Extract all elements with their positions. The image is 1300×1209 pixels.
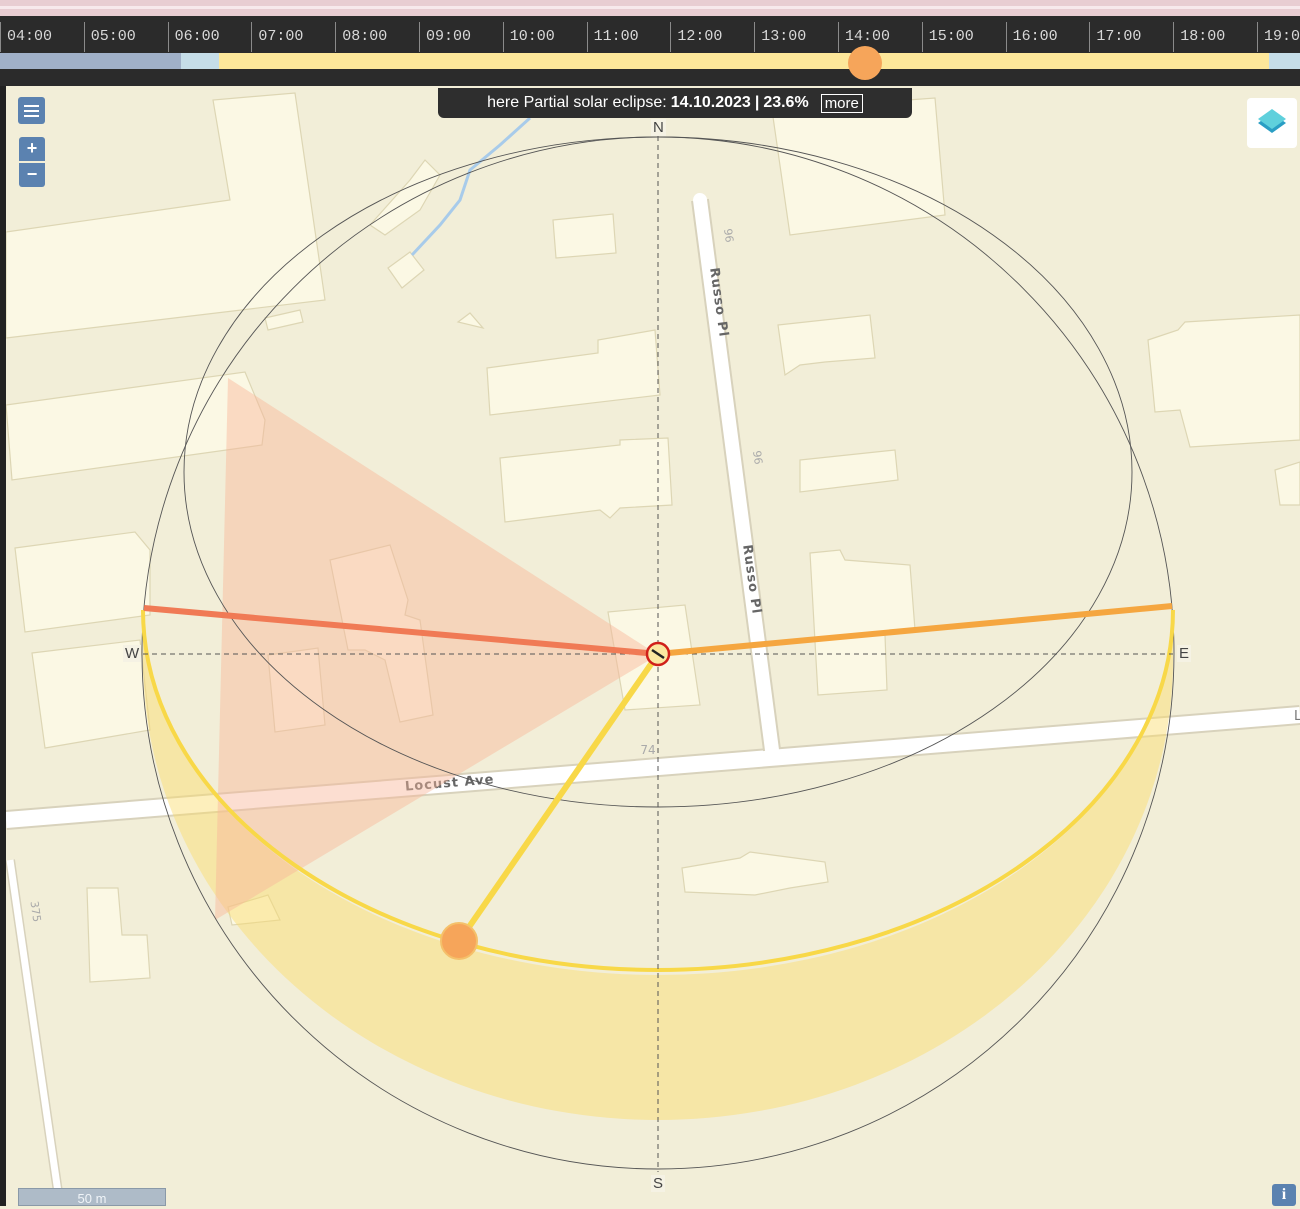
timeline-hour-label: 18:00 bbox=[1173, 22, 1257, 52]
sunrise-direction-line bbox=[657, 603, 1173, 657]
compass-south: S bbox=[651, 1175, 666, 1192]
browser-top-strip bbox=[0, 0, 1300, 16]
twilight-segment bbox=[181, 53, 219, 69]
time-slider-handle[interactable] bbox=[847, 46, 882, 80]
zoom-out-button[interactable]: − bbox=[19, 163, 45, 187]
building bbox=[486, 329, 661, 416]
timeline-hour-label: 12:00 bbox=[670, 22, 754, 52]
daylight-bar[interactable] bbox=[0, 53, 1300, 69]
timeline[interactable]: 04:00 05:00 06:00 07:00 08:00 09:00 10:00 11:00… bbox=[0, 16, 1300, 86]
house-number: 375 bbox=[28, 900, 44, 923]
building bbox=[809, 549, 916, 696]
day-segment bbox=[219, 53, 1269, 69]
banner-prefix: here Partial solar eclipse: bbox=[487, 94, 667, 111]
compass-west: W bbox=[123, 645, 142, 662]
night-segment bbox=[0, 53, 181, 69]
timeline-hour-label: 16:00 bbox=[1005, 22, 1090, 52]
timeline-hour-label: 13:00 bbox=[754, 22, 838, 52]
timeline-ticks: 04:00 05:00 06:00 07:00 08:00 09:00 10:00 11:00… bbox=[0, 16, 1300, 52]
house-number: 96 bbox=[750, 450, 765, 466]
info-button[interactable]: i bbox=[1272, 1184, 1296, 1206]
timeline-hour-label: 14:00 bbox=[838, 22, 922, 52]
house-number: 96 bbox=[721, 228, 736, 244]
eclipse-coverage: 23.6% bbox=[763, 94, 809, 111]
sun-position-marker[interactable] bbox=[440, 922, 478, 960]
building bbox=[369, 159, 441, 236]
timeline-hour-label: 11:00 bbox=[586, 22, 671, 52]
scale-bar: 50 m bbox=[18, 1188, 166, 1206]
timeline-hour-label: 19:00 bbox=[1257, 22, 1300, 52]
layers-icon bbox=[1258, 109, 1286, 133]
eclipse-date: 14.10.2023 bbox=[670, 94, 751, 111]
hamburger-menu-icon bbox=[24, 104, 39, 107]
building bbox=[86, 887, 151, 983]
zoom-in-button[interactable]: + bbox=[19, 137, 45, 161]
twilight-segment bbox=[1269, 53, 1300, 69]
timeline-hour-label: 08:00 bbox=[335, 22, 419, 52]
location-marker[interactable] bbox=[645, 641, 671, 667]
compass-east: E bbox=[1177, 645, 1192, 662]
building bbox=[264, 309, 304, 331]
building bbox=[552, 213, 617, 259]
building bbox=[499, 437, 673, 523]
eclipse-info-banner: here Partial solar eclipse: 14.10.2023 |… bbox=[438, 88, 912, 118]
compass-north: N bbox=[651, 119, 666, 136]
layers-button[interactable] bbox=[1247, 98, 1297, 148]
building bbox=[777, 314, 876, 377]
more-button[interactable]: more bbox=[820, 93, 863, 113]
timeline-hour-label: 17:00 bbox=[1089, 22, 1173, 52]
building bbox=[14, 531, 151, 633]
timeline-hour-label: 06:00 bbox=[167, 22, 252, 52]
timeline-hour-label: 05:00 bbox=[83, 22, 168, 52]
timeline-hour-label: 04:00 bbox=[0, 22, 84, 52]
building bbox=[387, 251, 425, 289]
menu-button[interactable] bbox=[18, 97, 45, 124]
building bbox=[771, 97, 946, 236]
building bbox=[681, 851, 829, 896]
building bbox=[1147, 314, 1300, 448]
timeline-hour-label: 09:00 bbox=[419, 22, 503, 52]
building bbox=[6, 92, 326, 339]
building bbox=[1274, 461, 1300, 506]
timeline-hour-label: 07:00 bbox=[251, 22, 335, 52]
house-number: 74 bbox=[640, 743, 655, 757]
building bbox=[456, 312, 485, 330]
street-label-edge: L bbox=[1294, 709, 1300, 724]
map-canvas[interactable]: Locust Ave Russo Pl Russo Pl 96 96 74 37… bbox=[6, 86, 1300, 1206]
map-view[interactable]: Locust Ave Russo Pl Russo Pl 96 96 74 37… bbox=[6, 86, 1300, 1206]
building bbox=[799, 449, 899, 493]
banner-separator: | bbox=[754, 94, 760, 111]
timeline-hour-label: 10:00 bbox=[502, 22, 587, 52]
timeline-hour-label: 15:00 bbox=[921, 22, 1006, 52]
